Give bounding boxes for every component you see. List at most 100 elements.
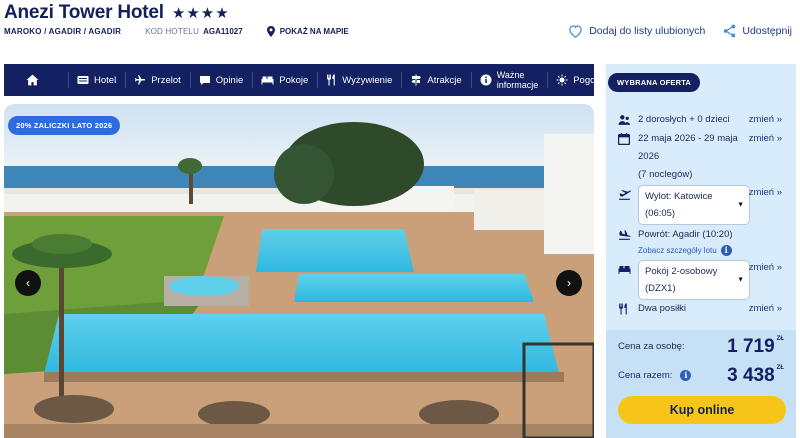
departure-row: Wylot: Katowice (06:05) ▼ zmień xyxy=(618,185,788,225)
price-total-value: 3 438 ZŁ xyxy=(727,365,784,387)
star-rating: ★★★★ xyxy=(171,5,230,22)
heart-icon xyxy=(569,25,582,38)
show-map-label: POKAŻ NA MAPIE xyxy=(279,27,349,36)
flight-details-link[interactable]: Zobacz szczegóły lotu i xyxy=(638,245,732,256)
top-actions: Dodaj do listy ulubionych Udostępnij xyxy=(568,24,792,38)
flight-details-label: Zobacz szczegóły lotu xyxy=(638,246,717,255)
gallery-next-button[interactable]: › xyxy=(556,270,582,296)
travelers-row: 2 dorosłych + 0 dzieci zmień xyxy=(618,111,788,129)
nav-home[interactable] xyxy=(4,64,68,96)
signpost-icon xyxy=(411,74,422,86)
bed-icon xyxy=(618,266,631,274)
calendar-icon xyxy=(618,133,630,145)
nav-hotel-label: Hotel xyxy=(94,74,117,86)
currency-label: ZŁ xyxy=(776,365,784,371)
change-dates-link[interactable]: zmień xyxy=(749,130,782,148)
change-departure-link[interactable]: zmień xyxy=(749,187,782,198)
hotel-meta: MAROKO / AGADIR / AGADIR KOD HOTELU AGA1… xyxy=(4,26,349,37)
board-text: Dwa posiłki xyxy=(638,303,687,314)
departure-select[interactable]: Wylot: Katowice (06:05) ▼ xyxy=(638,185,750,225)
room-code: (DZX1) xyxy=(645,283,676,294)
caret-down-icon: ▼ xyxy=(737,201,744,209)
hotel-pool-photo xyxy=(4,104,594,438)
nav-board[interactable]: Wyżywienie xyxy=(317,64,401,96)
home-icon xyxy=(26,74,39,86)
sun-icon xyxy=(556,74,568,86)
departure-time: (06:05) xyxy=(645,208,676,219)
nav-reviews-label: Opinie xyxy=(215,74,244,86)
nav-important-info-line1: Ważne xyxy=(496,70,525,80)
return-text: Powrót: Agadir (10:20) xyxy=(638,229,733,240)
dates-row: 22 maja 2026 - 29 maja 2026 (7 noclegów)… xyxy=(618,130,788,184)
cutlery-icon xyxy=(619,303,627,315)
nav-rooms-label: Pokoje xyxy=(279,74,309,86)
travelers-text: 2 dorosłych + 0 dzieci xyxy=(638,114,730,125)
dates-text: 22 maja 2026 - 29 maja 2026 (7 noclegów) xyxy=(638,130,738,184)
map-pin-icon xyxy=(266,26,275,37)
chat-icon xyxy=(199,75,210,85)
plane-icon xyxy=(135,75,146,85)
favorites-label: Dodaj do listy ulubionych xyxy=(589,25,706,37)
share-icon xyxy=(724,24,736,38)
nav-hotel[interactable]: Hotel xyxy=(68,64,125,96)
nav-important-info-label: Ważne informacje xyxy=(497,70,539,90)
price-per-person-value: 1 719 ZŁ xyxy=(727,336,784,358)
nights-count: (7 noclegów) xyxy=(638,169,693,180)
promo-badge: 20% ZALICZKI LATO 2026 xyxy=(8,116,121,135)
bed-icon xyxy=(261,76,274,85)
nav-weather[interactable]: Pogoda xyxy=(547,64,615,96)
hotel-title-row: Anezi Tower Hotel ★★★★ xyxy=(4,2,230,24)
departure-plane-icon xyxy=(619,190,631,200)
nav-rooms[interactable]: Pokoje xyxy=(252,64,317,96)
hotel-code-label: KOD HOTELU xyxy=(145,27,200,36)
departure-city: Wylot: Katowice xyxy=(645,191,713,202)
info-icon xyxy=(480,74,492,86)
nav-important-info[interactable]: Ważne informacje xyxy=(470,64,548,96)
hotel-code-value: AGA11027 xyxy=(203,27,243,36)
caret-down-icon: ▼ xyxy=(737,276,744,284)
info-icon: i xyxy=(720,245,732,256)
return-row: Powrót: Agadir (10:20) xyxy=(618,226,788,244)
price-total-label: Cena razem: xyxy=(618,370,673,381)
room-select[interactable]: Pokój 2-osobowy (DZX1) ▼ xyxy=(638,260,750,300)
dates-line2: 2026 xyxy=(638,151,660,162)
chevron-right-icon: › xyxy=(567,276,571,290)
room-row: Pokój 2-osobowy (DZX1) ▼ zmień xyxy=(618,260,788,300)
nav-attractions[interactable]: Atrakcje xyxy=(401,64,470,96)
nav-weather-label: Pogoda xyxy=(573,74,606,86)
nav-flight[interactable]: Przelot xyxy=(125,64,190,96)
gallery-prev-button[interactable]: ‹ xyxy=(15,270,41,296)
nav-attractions-label: Atrakcje xyxy=(427,74,462,86)
show-map-link[interactable]: POKAŻ NA MAPIE xyxy=(266,26,349,37)
info-icon[interactable]: i xyxy=(680,370,692,381)
selected-offer-badge: WYBRANA OFERTA xyxy=(608,73,701,92)
price-panel: Cena za osobę: 1 719 ZŁ Cena razem: i 3 4… xyxy=(606,330,796,438)
nav-important-info-line2: informacje xyxy=(496,80,539,90)
price-per-person-label: Cena za osobę: xyxy=(618,341,685,352)
change-room-link[interactable]: zmień xyxy=(749,262,782,273)
currency-label: ZŁ xyxy=(776,336,784,342)
nav-reviews[interactable]: Opinie xyxy=(189,64,252,96)
price-total-amount: 3 438 xyxy=(727,365,775,386)
share-button[interactable]: Udostępnij xyxy=(723,24,792,38)
return-plane-icon xyxy=(619,230,631,240)
nav-flight-label: Przelot xyxy=(151,74,181,86)
people-icon xyxy=(618,115,630,125)
hotel-name: Anezi Tower Hotel xyxy=(4,2,164,23)
location-breadcrumb: MAROKO / AGADIR / AGADIR xyxy=(4,27,122,36)
hotel-icon xyxy=(77,76,89,84)
chevron-left-icon: ‹ xyxy=(26,276,30,290)
add-to-favorites-button[interactable]: Dodaj do listy ulubionych xyxy=(568,24,705,38)
hotel-photo-gallery[interactable]: 20% ZALICZKI LATO 2026 ‹ › xyxy=(4,104,594,438)
room-type: Pokój 2-osobowy xyxy=(645,266,718,277)
change-travelers-link[interactable]: zmień xyxy=(749,111,782,129)
nav-board-label: Wyżywienie xyxy=(342,74,393,86)
hotel-nav-bar: Hotel Przelot Opinie Pokoje Wyżywienie A… xyxy=(4,64,606,96)
board-row: Dwa posiłki zmień xyxy=(618,300,788,318)
buy-online-button[interactable]: Kup online xyxy=(618,396,786,424)
change-board-link[interactable]: zmień xyxy=(749,300,782,318)
dates-line1: 22 maja 2026 - 29 maja xyxy=(638,133,738,144)
cutlery-icon xyxy=(327,74,336,86)
share-label: Udostępnij xyxy=(742,25,792,37)
price-per-person-amount: 1 719 xyxy=(727,336,775,357)
